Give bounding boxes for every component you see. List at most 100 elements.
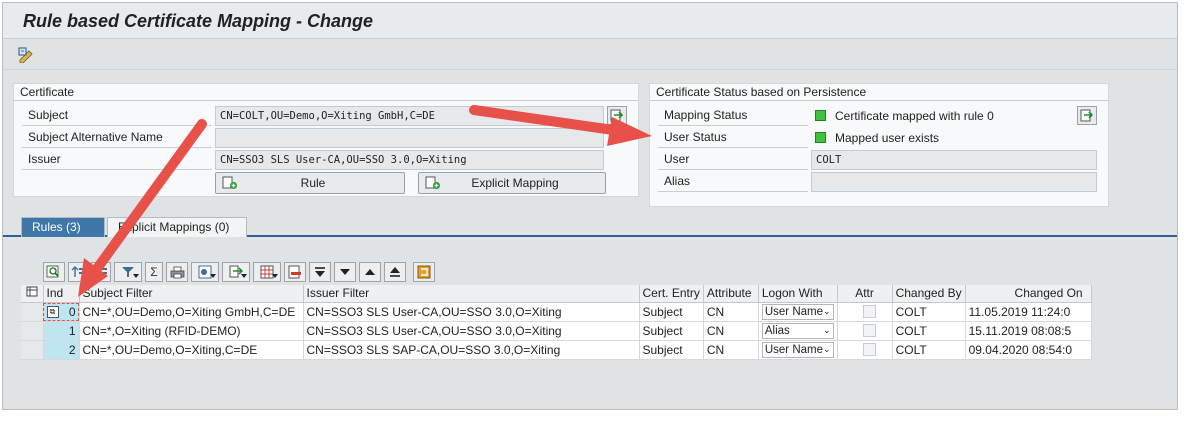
column-header-cert-entry[interactable]: Cert. Entry	[639, 285, 704, 303]
chevron-down-icon: ⌄	[823, 325, 831, 335]
attribute-cell: CN	[703, 302, 759, 322]
mapping-status-text: Certificate mapped with rule 0	[835, 109, 994, 123]
column-header-subject-filter[interactable]: Subject Filter	[79, 285, 304, 303]
column-header-issuer-filter[interactable]: Issuer Filter	[303, 285, 640, 303]
attr-checkbox[interactable]	[862, 305, 876, 318]
chevron-down-icon: ⌄	[823, 306, 831, 316]
page-title: Rule based Certificate Mapping - Change	[23, 11, 374, 31]
logon-with-dropdown[interactable]: User Name ⌄	[761, 303, 834, 320]
attr-checkbox[interactable]	[862, 324, 876, 337]
tab-strip: Rules (3) Explicit Mappings (0)	[3, 215, 1177, 237]
previous-row-button[interactable]	[359, 262, 381, 282]
last-row-icon	[390, 267, 400, 277]
explicit-mapping-button[interactable]: Explicit Mapping	[418, 172, 606, 194]
logon-with-cell[interactable]: User Name ⌄	[758, 340, 838, 360]
attr-cell	[837, 302, 893, 322]
print-icon	[170, 266, 184, 278]
layout-button[interactable]	[253, 262, 281, 282]
delete-row-button[interactable]	[284, 262, 306, 282]
logon-with-dropdown[interactable]: User Name ⌄	[761, 341, 834, 358]
user-status-text: Mapped user exists	[835, 131, 940, 145]
changed-on-cell: 09.04.2020 08:54:0	[965, 340, 1092, 360]
rule-button[interactable]: Rule	[215, 172, 405, 194]
filter-button[interactable]	[114, 262, 142, 282]
user-status-label: User Status	[658, 128, 808, 148]
explicit-mapping-button-label: Explicit Mapping	[471, 176, 559, 190]
details-icon	[46, 265, 59, 278]
create-rule-icon	[222, 176, 238, 190]
create-mapping-icon	[425, 176, 441, 190]
status-panel-title: Certificate Status based on Persistence	[650, 84, 1108, 101]
logon-with-cell[interactable]: User Name ⌄	[758, 302, 838, 322]
san-label: Subject Alternative Name	[22, 128, 212, 148]
changed-on-cell: 11.05.2019 11:24:0	[965, 302, 1092, 322]
column-header-attr[interactable]: Attr	[837, 285, 893, 303]
table-header-row: Ind Subject Filter Issuer Filter Cert. E…	[21, 285, 1092, 303]
title-bar: Rule based Certificate Mapping - Change	[3, 3, 1177, 39]
transport-icon	[417, 265, 431, 279]
import-icon	[610, 109, 624, 122]
alias-field[interactable]	[811, 172, 1097, 192]
navigate-icon	[1080, 109, 1094, 122]
sort-ascending-button[interactable]	[68, 262, 88, 282]
attribute-cell: CN	[703, 340, 759, 360]
column-header-changed-on[interactable]: Changed On	[965, 285, 1092, 303]
row-selector-header[interactable]	[21, 285, 44, 303]
tab-rules[interactable]: Rules (3)	[21, 217, 105, 237]
subject-filter-cell: CN=*,OU=Demo,O=Xiting,C=DE	[79, 340, 304, 360]
subject-field[interactable]: CN=COLT,OU=Demo,O=Xiting GmbH,C=DE	[215, 106, 604, 126]
chevron-down-icon: ⌄	[823, 344, 831, 354]
attr-checkbox[interactable]	[862, 343, 876, 356]
column-header-index[interactable]: Ind	[43, 285, 80, 303]
issuer-filter-cell: CN=SSO3 SLS User-CA,OU=SSO 3.0,O=Xiting	[303, 302, 640, 322]
import-certificate-button[interactable]	[607, 106, 627, 125]
delete-row-icon	[288, 265, 301, 279]
issuer-label: Issuer	[22, 150, 212, 170]
print-button[interactable]	[166, 262, 188, 282]
issuer-filter-cell: CN=SSO3 SLS User-CA,OU=SSO 3.0,O=Xiting	[303, 321, 640, 341]
transport-button[interactable]	[413, 262, 435, 282]
table-row[interactable]: 1 CN=*,O=Xiting (RFID-DEMO) CN=SSO3 SLS …	[21, 321, 1092, 341]
issuer-field[interactable]: CN=SSO3 SLS User-CA,OU=SSO 3.0,O=Xiting	[215, 150, 604, 170]
logon-with-dropdown[interactable]: Alias ⌄	[761, 322, 834, 339]
cert-entry-cell: Subject	[639, 321, 704, 341]
total-button[interactable]: Σ	[145, 262, 163, 282]
mapping-status-label: Mapping Status	[658, 106, 808, 126]
column-header-attribute[interactable]: Attribute	[703, 285, 759, 303]
row-selector[interactable]	[21, 302, 44, 322]
first-row-button[interactable]	[309, 262, 331, 282]
san-field[interactable]	[215, 128, 604, 148]
table-row[interactable]: 2 CN=*,OU=Demo,O=Xiting,C=DE CN=SSO3 SLS…	[21, 340, 1092, 360]
alias-label: Alias	[658, 172, 808, 192]
annotation-highlight-box	[43, 303, 79, 321]
details-button[interactable]	[43, 262, 65, 282]
row-selector[interactable]	[21, 321, 44, 341]
down-arrow-icon	[340, 269, 350, 275]
jump-to-rule-button[interactable]	[1077, 106, 1097, 125]
display-change-icon[interactable]	[17, 46, 37, 64]
row-selector[interactable]	[21, 340, 44, 360]
column-header-logon-with[interactable]: Logon With	[758, 285, 838, 303]
tab-explicit-mappings[interactable]: Explicit Mappings (0)	[107, 217, 247, 237]
sort-ascending-icon	[71, 266, 84, 277]
user-field[interactable]: COLT	[811, 150, 1097, 170]
certificate-panel-title: Certificate	[14, 84, 638, 101]
attr-cell	[837, 321, 893, 341]
sort-descending-button[interactable]	[91, 262, 111, 282]
export-button[interactable]	[222, 262, 250, 282]
rule-button-label: Rule	[300, 176, 326, 190]
grid-toolbar: Σ	[43, 262, 435, 282]
table-row[interactable]: ⧉ 0 CN=*,OU=Demo,O=Xiting GmbH,C=DE CN=S…	[21, 302, 1092, 322]
up-arrow-icon	[365, 269, 375, 275]
index-cell: 2	[43, 340, 80, 360]
column-header-changed-by[interactable]: Changed By	[892, 285, 966, 303]
last-row-button[interactable]	[384, 262, 406, 282]
user-status-led-icon	[815, 132, 826, 143]
cert-entry-cell: Subject	[639, 302, 704, 322]
logon-with-cell[interactable]: Alias ⌄	[758, 321, 838, 341]
index-cell: 1	[43, 321, 80, 341]
changed-by-cell: COLT	[892, 340, 966, 360]
attribute-cell: CN	[703, 321, 759, 341]
views-button[interactable]	[191, 262, 219, 282]
next-row-button[interactable]	[334, 262, 356, 282]
